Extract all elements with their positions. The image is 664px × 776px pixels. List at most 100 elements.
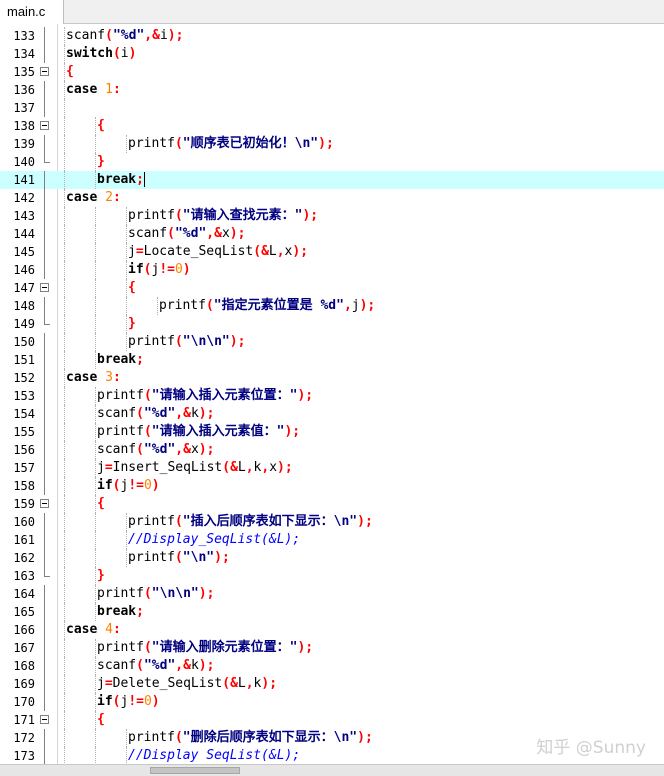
code-line[interactable]: 141 break; [0, 171, 664, 189]
code-line[interactable]: 150 printf("\n\n"); [0, 333, 664, 351]
indent-guide [95, 513, 96, 531]
code-token-op: : [112, 82, 121, 97]
code-line[interactable]: 161 //Display_SeqList(&L); [0, 531, 664, 549]
indent-guide [64, 171, 65, 189]
code-line[interactable]: 143 printf("请输入查找元素："); [0, 207, 664, 225]
code-line[interactable]: 152 case 3: [0, 369, 664, 387]
code-line[interactable]: 159 { [0, 495, 664, 513]
code-line[interactable]: 145 j=Locate_SeqList(&L,x); [0, 243, 664, 261]
indent-guide [64, 675, 65, 693]
fold-collapse-icon[interactable] [40, 499, 49, 508]
indent-guide [95, 405, 96, 423]
code-editor[interactable]: 133 scanf("%d",&i); 134 switch(i) 135{136 cas… [0, 24, 664, 764]
code-line[interactable]: 146 if(j!=0) [0, 261, 664, 279]
code-text: scanf("%d",&x); [97, 441, 214, 459]
code-line[interactable]: 162 printf("\n"); [0, 549, 664, 567]
code-token-id: printf [97, 586, 144, 601]
code-token-cmt: //Display_SeqList(&L); [128, 532, 301, 547]
code-token-op: ( [136, 658, 144, 673]
indent-guide [64, 135, 65, 153]
code-line[interactable]: 139 printf("顺序表已初始化！\n"); [0, 135, 664, 153]
code-token-op: ; [367, 298, 376, 313]
code-token-op: ; [300, 244, 309, 259]
code-line[interactable]: 156 scanf("%d",&x); [0, 441, 664, 459]
code-line[interactable]: 160 printf("插入后顺序表如下显示：\n"); [0, 513, 664, 531]
code-line[interactable]: 144 scanf("%d",&x); [0, 225, 664, 243]
code-line[interactable]: 158 if(j!=0) [0, 477, 664, 495]
code-line[interactable]: 153 printf("请输入插入元素位置："); [0, 387, 664, 405]
code-token-op: ; [364, 514, 373, 529]
code-text: case 2: [66, 189, 121, 207]
code-token-op: & [152, 28, 160, 43]
code-line[interactable]: 169 j=Delete_SeqList(&L,k); [0, 675, 664, 693]
indent-guide [64, 441, 65, 459]
fold-collapse-icon[interactable] [40, 121, 49, 130]
line-number: 134 [13, 47, 35, 61]
code-token-id: L [268, 244, 277, 259]
tab-main-c[interactable]: main.c [0, 0, 64, 24]
code-token-id: x [221, 226, 230, 241]
code-token-op: ) [357, 730, 365, 745]
code-line[interactable]: 148 printf("指定元素位置是 %d",j); [0, 297, 664, 315]
fold-guide-line [44, 135, 45, 153]
code-text: scanf("%d",&k); [97, 405, 214, 423]
code-text: //Display_SeqList(&L); [128, 531, 300, 549]
code-token-cmt: //Display SeqList(&L); [128, 748, 301, 763]
code-token-id: scanf [97, 658, 137, 673]
code-line[interactable]: 155 printf("请输入插入元素值："); [0, 423, 664, 441]
fold-guide-line [44, 585, 45, 603]
indent-guide [95, 657, 96, 675]
fold-guide-line [44, 729, 45, 747]
indent-guide [64, 315, 65, 333]
fold-collapse-icon[interactable] [40, 283, 49, 292]
code-token-id: Insert_SeqList [112, 460, 223, 475]
code-line[interactable]: 166 case 4: [0, 621, 664, 639]
code-line[interactable]: 154 scanf("%d",&k); [0, 405, 664, 423]
code-token-op: , [144, 28, 153, 43]
code-token-op: != [128, 478, 144, 493]
horizontal-scrollbar[interactable] [0, 764, 664, 776]
code-text: printf("\n\n"); [128, 333, 245, 351]
code-token-op: ; [305, 640, 314, 655]
code-line[interactable]: 168 scanf("%d",&k); [0, 657, 664, 675]
code-token-id: j [97, 460, 105, 475]
code-token-op: != [128, 694, 144, 709]
code-line[interactable]: 137 [0, 99, 664, 117]
code-line[interactable]: 171 { [0, 711, 664, 729]
line-number: 163 [13, 569, 35, 583]
code-line[interactable]: 138 { [0, 117, 664, 135]
code-line[interactable]: 135 { [0, 63, 664, 81]
indent-guide [64, 477, 65, 495]
code-line[interactable]: 170 if(j!=0) [0, 693, 664, 711]
code-text: printf("删除后顺序表如下显示：\n"); [128, 729, 373, 747]
code-token-op: ; [136, 352, 144, 367]
code-line[interactable]: 140} [0, 153, 664, 171]
code-token-id: scanf [97, 442, 137, 457]
code-line[interactable]: 136 case 1: [0, 81, 664, 99]
code-token-id: printf [128, 208, 175, 223]
code-line[interactable]: 147 { [0, 279, 664, 297]
fold-collapse-icon[interactable] [40, 67, 49, 76]
code-line[interactable]: 134 switch(i) [0, 45, 664, 63]
code-line[interactable]: 164 printf("\n\n"); [0, 585, 664, 603]
indent-guide [126, 225, 127, 243]
code-line[interactable]: 149} [0, 315, 664, 333]
line-number: 159 [13, 497, 35, 511]
code-line[interactable]: 142 case 2: [0, 189, 664, 207]
scrollbar-thumb[interactable] [150, 767, 240, 774]
code-line[interactable]: 165 break; [0, 603, 664, 621]
indent-guide [64, 549, 65, 567]
indent-guide [95, 585, 96, 603]
code-line[interactable]: 163} [0, 567, 664, 585]
indent-guide [126, 729, 127, 747]
code-line[interactable]: 167 printf("请输入删除元素位置："); [0, 639, 664, 657]
code-line[interactable]: 157 j=Insert_SeqList(&L,k,x); [0, 459, 664, 477]
code-text: switch(i) [66, 45, 136, 63]
code-token-str: "%d" [112, 28, 145, 43]
code-token-op: ( [143, 586, 152, 601]
code-token-op: ) [318, 136, 326, 151]
code-line[interactable]: 151 break; [0, 351, 664, 369]
fold-collapse-icon[interactable] [40, 715, 49, 724]
code-line[interactable]: 133 scanf("%d",&i); [0, 27, 664, 45]
fold-guide-line [44, 747, 45, 764]
